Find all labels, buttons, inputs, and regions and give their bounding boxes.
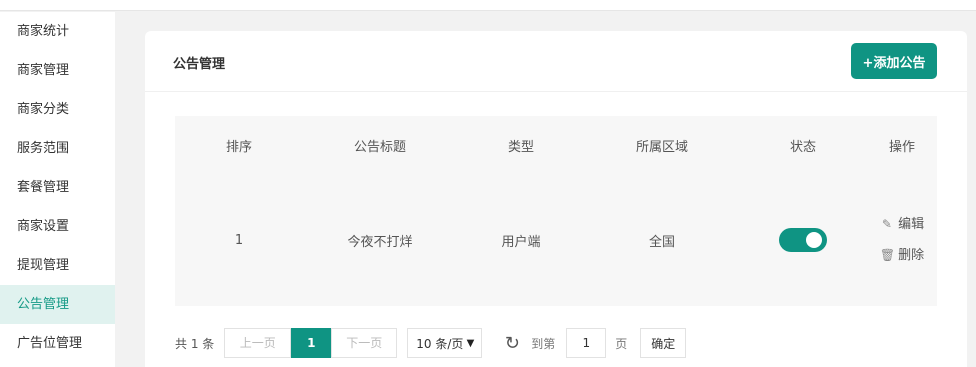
column-header-title: 公告标题 bbox=[353, 139, 406, 155]
pagination-total: 共 1 条 bbox=[175, 336, 215, 351]
goto-page-input[interactable]: 1 bbox=[566, 328, 607, 358]
table-header: 排序 公告标题 类型 所属区域 状态 操作 bbox=[175, 116, 937, 174]
status-toggle[interactable] bbox=[779, 228, 827, 252]
column-header-type: 类型 bbox=[507, 139, 534, 155]
sidebar-item-merchant-settings[interactable]: 商家设置 bbox=[0, 207, 115, 246]
refresh-icon[interactable]: ↻ bbox=[502, 333, 522, 354]
column-header-status: 状态 bbox=[789, 139, 816, 155]
cell-type: 用户端 bbox=[501, 234, 541, 250]
sidebar-item-announcement-management[interactable]: 公告管理 bbox=[0, 285, 115, 324]
edit-label: 编辑 bbox=[898, 217, 925, 232]
top-bar bbox=[0, 0, 976, 11]
cell-actions: ✎ 编辑 🗑 删除 bbox=[867, 214, 937, 266]
page-size-value: 10 条/页 bbox=[416, 336, 464, 351]
cell-order: 1 bbox=[234, 232, 244, 248]
table-row: 1 今夜不打烊 用户端 全国 ✎ 编辑 🗑 删除 bbox=[175, 174, 937, 306]
pencil-icon: ✎ bbox=[881, 217, 892, 231]
page-size-select[interactable]: 10 条/页 ▼ bbox=[407, 328, 483, 358]
announcement-table: 排序 公告标题 类型 所属区域 状态 操作 1 今夜不打烊 用户端 全国 ✎ 编… bbox=[175, 116, 937, 306]
panel-header: 公告管理 +添加公告 bbox=[145, 31, 967, 92]
edit-button[interactable]: ✎ 编辑 bbox=[877, 214, 927, 235]
sidebar-item-merchant-category[interactable]: 商家分类 bbox=[0, 90, 115, 129]
page-unit-label: 页 bbox=[615, 336, 628, 351]
goto-label: 到第 bbox=[531, 336, 556, 351]
column-header-order: 排序 bbox=[225, 139, 252, 155]
sidebar: 商家统计 商家管理 商家分类 服务范围 套餐管理 商家设置 提现管理 公告管理 … bbox=[0, 12, 115, 367]
sidebar-item-merchant-management[interactable]: 商家管理 bbox=[0, 51, 115, 90]
sidebar-item-merchant-stats[interactable]: 商家统计 bbox=[0, 12, 115, 51]
sidebar-item-withdrawal-management[interactable]: 提现管理 bbox=[0, 246, 115, 285]
confirm-button[interactable]: 确定 bbox=[640, 328, 687, 358]
pagination: 共 1 条 上一页 1 下一页 10 条/页 ▼ ↻ 到第 1 页 确定 bbox=[175, 328, 687, 358]
cell-title: 今夜不打烊 bbox=[347, 234, 413, 250]
column-header-region: 所属区域 bbox=[635, 139, 688, 155]
next-page-button[interactable]: 下一页 bbox=[331, 328, 398, 358]
trash-icon: 🗑 bbox=[879, 248, 896, 262]
sidebar-item-package-management[interactable]: 套餐管理 bbox=[0, 168, 115, 207]
prev-page-button[interactable]: 上一页 bbox=[224, 328, 292, 358]
delete-button[interactable]: 🗑 删除 bbox=[877, 245, 927, 266]
caret-down-icon: ▼ bbox=[466, 337, 475, 349]
cell-status bbox=[739, 228, 867, 252]
delete-label: 删除 bbox=[898, 248, 925, 263]
column-header-actions: 操作 bbox=[888, 139, 915, 155]
add-announcement-button[interactable]: +添加公告 bbox=[851, 43, 937, 79]
cell-region: 全国 bbox=[648, 234, 675, 250]
page-title: 公告管理 bbox=[173, 57, 226, 72]
current-page-button[interactable]: 1 bbox=[291, 328, 332, 358]
sidebar-item-ad-slot-management[interactable]: 广告位管理 bbox=[0, 324, 115, 363]
sidebar-item-service-range[interactable]: 服务范围 bbox=[0, 129, 115, 168]
toggle-knob bbox=[806, 232, 822, 248]
announcement-panel: 公告管理 +添加公告 排序 公告标题 类型 所属区域 状态 操作 1 今夜不打烊… bbox=[145, 31, 967, 367]
